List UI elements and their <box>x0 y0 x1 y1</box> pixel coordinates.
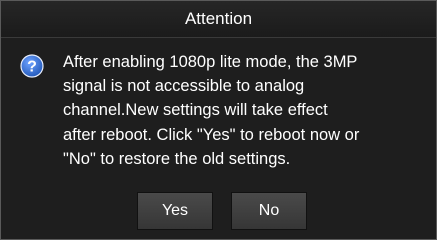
question-icon: ? <box>20 54 44 78</box>
attention-dialog: Attention ? After enabling 1080p lite mo… <box>0 0 437 240</box>
no-button[interactable]: No <box>231 192 307 230</box>
dialog-message: After enabling 1080p lite mode, the 3MP … <box>63 53 360 168</box>
svg-text:?: ? <box>27 59 37 76</box>
dialog-title-bar: Attention <box>1 1 436 38</box>
dialog-body: ? After enabling 1080p lite mode, the 3M… <box>1 38 436 239</box>
yes-button[interactable]: Yes <box>137 192 213 230</box>
dialog-title: Attention <box>184 9 253 28</box>
